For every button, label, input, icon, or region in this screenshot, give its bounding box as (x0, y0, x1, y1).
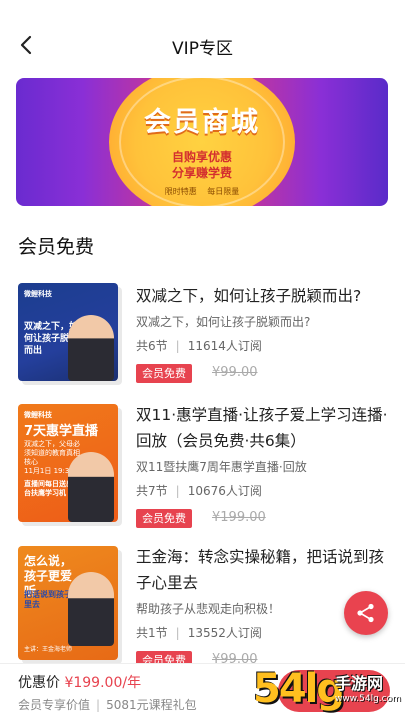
banner-subline-2: 分享赚学费 (171, 166, 232, 180)
course-item[interactable]: 微鲤科技 7天惠学直播 双减之下，父母必须知道的教育真相核心 11月1日 19:… (0, 402, 405, 528)
banner-tag: 每日限量 (207, 187, 240, 196)
course-sections: 共7节 (136, 484, 168, 498)
course-sections: 共6节 (136, 339, 168, 353)
cover-brand: 微鲤科技 (24, 290, 52, 298)
discount-price: 优惠价 ¥199.00/年 (18, 672, 141, 692)
meta-divider: | (175, 339, 180, 353)
cover-brand: 微鲤科技 (24, 411, 52, 419)
banner-tag: 限时特惠 (164, 187, 197, 196)
course-meta: 共7节 | 10676人订阅 (136, 482, 262, 499)
value-label: 会员专享价值 (18, 698, 91, 712)
watermark-text: 手游网 (335, 674, 384, 693)
course-subscribers: 11614人订阅 (187, 339, 262, 353)
course-subscribers: 13552人订阅 (187, 626, 262, 640)
course-cover-image: 微鲤科技 7天惠学直播 双减之下，父母必须知道的教育真相核心 11月1日 19:… (18, 404, 118, 522)
course-cover-image: 微鲤科技 双减之下，如何让孩子脱颖而出 (18, 283, 118, 381)
course-title: 王金海：转念实操秘籍，把话说到孩子心里去 (136, 548, 385, 592)
cover-person-graphic (68, 572, 114, 646)
course-item[interactable]: 怎么说，孩子更爱听 把话说到孩子心里去 主讲：王金海老师 王金海：转念实操秘籍，… (0, 544, 405, 670)
cover-headline: 7天惠学直播 (24, 424, 99, 439)
course-subtitle: 双11暨扶鹰7周年惠学直播·回放 (136, 460, 307, 474)
value-amount: 5081元课程礼包 (106, 698, 197, 712)
section-title: 会员免费 (18, 236, 95, 258)
watermark-url: www.54lg.com (335, 694, 401, 704)
share-icon (357, 603, 374, 623)
course-item[interactable]: 微鲤科技 双减之下，如何让孩子脱颖而出 双减之下，如何让孩子脱颖而出? 双减之下… (0, 283, 405, 393)
member-free-badge: 会员免费 (136, 509, 192, 528)
price-value: ¥199.00/年 (64, 675, 142, 691)
watermark-logo: 54lg (253, 666, 345, 712)
cover-person-graphic (68, 315, 114, 381)
course-meta: 共1节 | 13552人订阅 (136, 624, 262, 641)
meta-divider: | (175, 626, 180, 640)
page-title: VIP专区 (172, 39, 233, 59)
course-sections: 共1节 (136, 626, 168, 640)
banner-tags: 限时特惠 每日限量 (16, 186, 388, 197)
original-price: ¥99.00 (212, 365, 258, 380)
promo-banner[interactable]: 会员商城 自购享优惠 分享赚学费 限时特惠 每日限量 (16, 78, 388, 206)
banner-headline: 会员商城 (144, 107, 260, 138)
cover-person-graphic (68, 452, 114, 522)
top-nav-bar: VIP专区 (0, 0, 405, 66)
course-title: 双减之下，如何让孩子脱颖而出? (136, 287, 362, 305)
cover-date: 11月1日 19:30 (24, 467, 74, 475)
meta-divider: | (175, 484, 180, 498)
course-subtitle: 双减之下，如何让孩子脱颖而出? (136, 315, 311, 329)
member-free-badge: 会员免费 (136, 364, 192, 383)
course-cover-image: 怎么说，孩子更爱听 把话说到孩子心里去 主讲：王金海老师 (18, 546, 118, 660)
desc-divider: | (96, 698, 101, 712)
banner-subline-1: 自购享优惠 (171, 150, 232, 164)
course-title: 双11·惠学直播·让孩子爱上学习连播·回放（会员免费·共6集） (136, 406, 388, 450)
original-price: ¥199.00 (212, 510, 266, 525)
value-description: 会员专享价值 | 5081元课程礼包 (18, 696, 197, 713)
cover-speaker: 主讲：王金海老师 (24, 646, 73, 653)
course-subscribers: 10676人订阅 (187, 484, 262, 498)
course-meta: 共6节 | 11614人订阅 (136, 337, 262, 354)
price-label: 优惠价 (18, 675, 60, 691)
share-button[interactable] (344, 591, 388, 635)
site-watermark: 54lg 手游网 www.54lg.com (253, 666, 401, 718)
